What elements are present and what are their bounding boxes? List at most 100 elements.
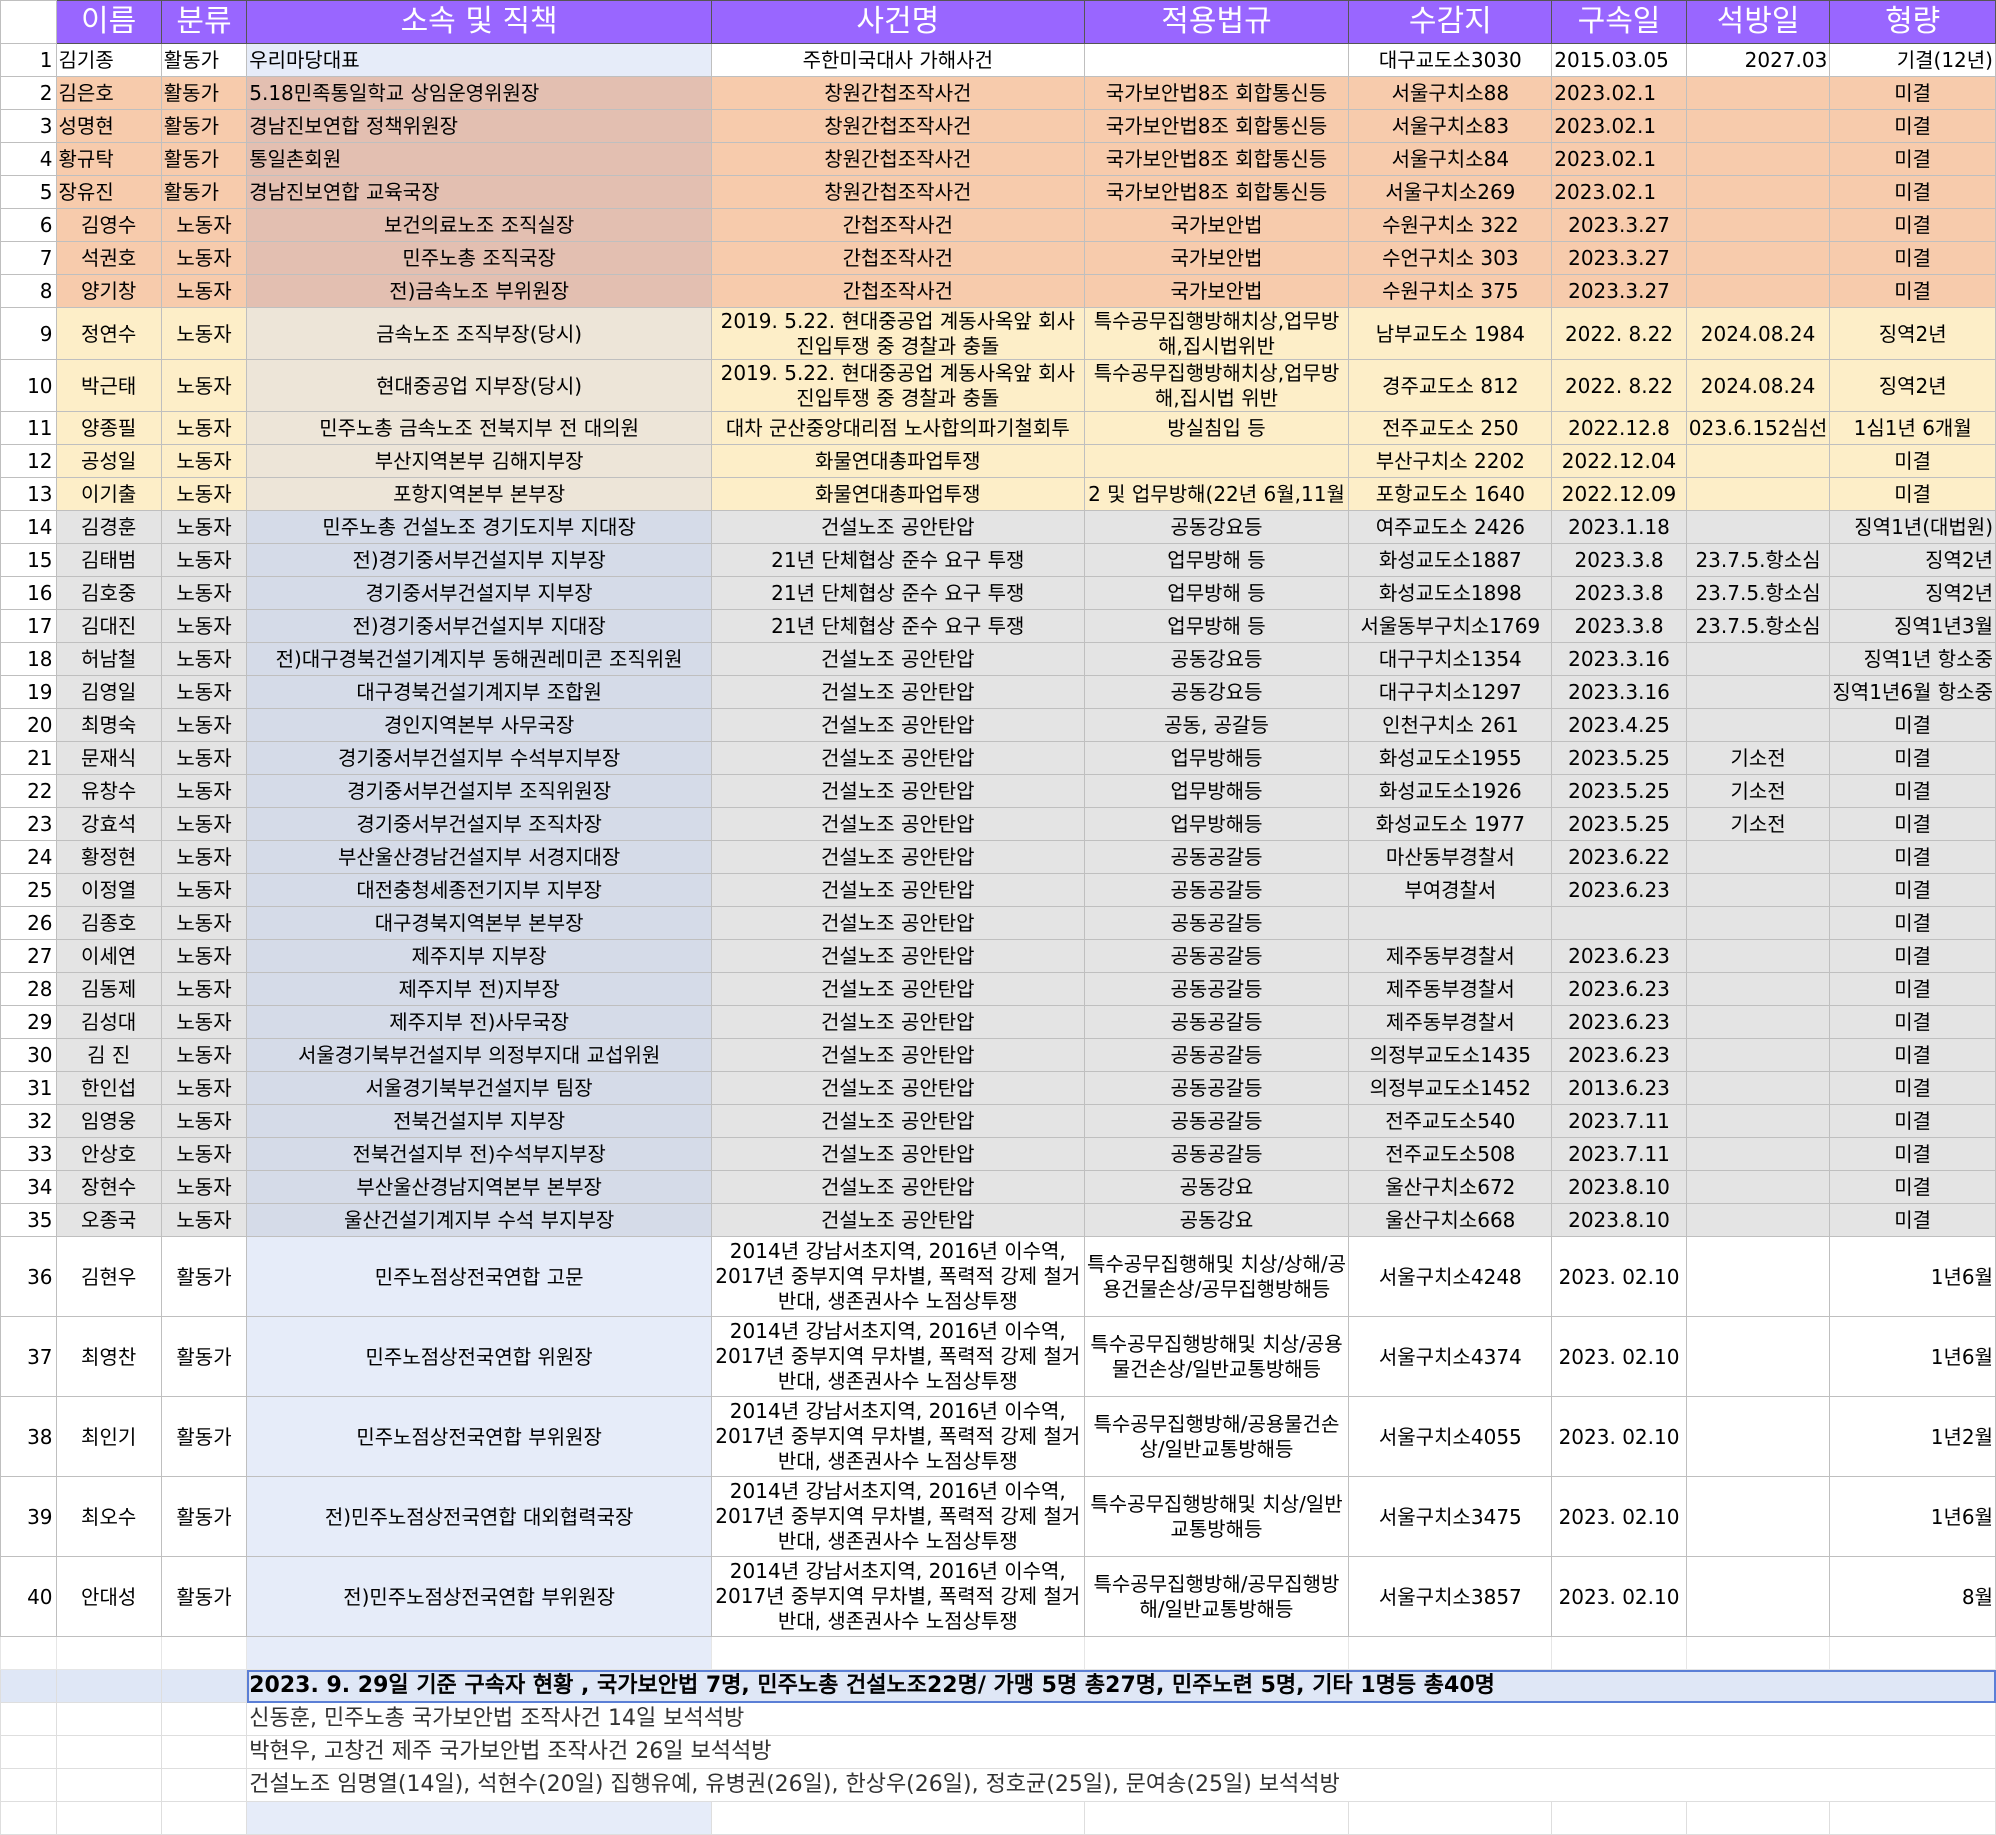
row-number[interactable]: 33 — [0, 1137, 57, 1171]
category-cell[interactable]: 노동자 — [160, 774, 248, 808]
name-cell[interactable]: 임영웅 — [55, 1104, 162, 1138]
category-cell[interactable]: 활동가 — [160, 1236, 248, 1317]
prison-cell[interactable]: 의정부교도소1452 — [1348, 1071, 1553, 1105]
row-number[interactable]: 16 — [0, 576, 57, 610]
sentence-cell[interactable]: 미결 — [1829, 241, 1996, 275]
release-date-cell[interactable] — [1685, 241, 1831, 275]
prison-cell[interactable]: 수원구치소 322 — [1348, 208, 1553, 242]
arrest-date-cell[interactable]: 2023. 02.10 — [1551, 1556, 1687, 1637]
name-cell[interactable]: 최오수 — [55, 1476, 162, 1557]
release-date-cell[interactable]: 2024.08.24 — [1685, 359, 1831, 412]
name-cell[interactable]: 김경훈 — [55, 510, 162, 544]
category-cell[interactable]: 활동가 — [160, 76, 248, 110]
prison-cell[interactable] — [1348, 906, 1553, 940]
law-cell[interactable]: 국가보안법8조 회합통신등 — [1083, 76, 1350, 110]
prison-cell[interactable]: 인천구치소 261 — [1348, 708, 1553, 742]
category-cell[interactable]: 노동자 — [160, 510, 248, 544]
sentence-cell[interactable]: 미결 — [1829, 906, 1996, 940]
case-cell[interactable]: 간첩조작사건 — [711, 241, 1085, 275]
law-cell[interactable] — [1083, 444, 1350, 478]
header-sentence[interactable]: 형량 — [1829, 0, 1996, 44]
category-cell[interactable]: 노동자 — [160, 411, 248, 445]
release-date-cell[interactable] — [1685, 873, 1831, 907]
row-number[interactable]: 32 — [0, 1104, 57, 1138]
name-cell[interactable]: 오종국 — [55, 1203, 162, 1237]
law-cell[interactable]: 공동공갈등 — [1083, 972, 1350, 1006]
empty-cell[interactable] — [1348, 1636, 1553, 1670]
name-cell[interactable]: 정연수 — [55, 307, 162, 360]
release-date-cell[interactable] — [1685, 175, 1831, 209]
row-number[interactable]: 14 — [0, 510, 57, 544]
law-cell[interactable]: 업무방해등 — [1083, 807, 1350, 841]
category-cell[interactable]: 노동자 — [160, 840, 248, 874]
prison-cell[interactable]: 대구교도소3030 — [1348, 43, 1553, 77]
law-cell[interactable]: 공동, 공갈등 — [1083, 708, 1350, 742]
law-cell[interactable]: 공동공갈등 — [1083, 1071, 1350, 1105]
name-cell[interactable]: 이세연 — [55, 939, 162, 973]
law-cell[interactable]: 특수공무집행방해/공용물건손상/일반교통방해등 — [1083, 1396, 1350, 1477]
prison-cell[interactable]: 전주교도소508 — [1348, 1137, 1553, 1171]
category-cell[interactable]: 노동자 — [160, 1104, 248, 1138]
case-cell[interactable]: 창원간첩조작사건 — [711, 142, 1085, 176]
category-cell[interactable]: 노동자 — [160, 1005, 248, 1039]
sentence-cell[interactable]: 징역1년6월 항소중 — [1829, 675, 1996, 709]
empty-cell[interactable] — [55, 1669, 162, 1703]
case-cell[interactable]: 건설노조 공안탄압 — [711, 510, 1085, 544]
category-cell[interactable]: 노동자 — [160, 477, 248, 511]
sentence-cell[interactable]: 징역2년 — [1829, 307, 1996, 360]
row-number[interactable]: 28 — [0, 972, 57, 1006]
affiliation-cell[interactable]: 금속노조 조직부장(당시) — [246, 307, 713, 360]
empty-cell[interactable] — [0, 1702, 57, 1736]
release-date-cell[interactable] — [1685, 840, 1831, 874]
sentence-cell[interactable]: 미결 — [1829, 142, 1996, 176]
name-cell[interactable]: 김영수 — [55, 208, 162, 242]
prison-cell[interactable]: 대구구치소1297 — [1348, 675, 1553, 709]
affiliation-cell[interactable]: 전)경기중서부건설지부 지대장 — [246, 609, 713, 643]
affiliation-cell[interactable]: 전)금속노조 부위원장 — [246, 274, 713, 308]
category-cell[interactable]: 활동가 — [160, 43, 248, 77]
affiliation-cell[interactable]: 전)경기중서부건설지부 지부장 — [246, 543, 713, 577]
name-cell[interactable]: 김대진 — [55, 609, 162, 643]
law-cell[interactable]: 공동강요등 — [1083, 642, 1350, 676]
prison-cell[interactable]: 서울구치소83 — [1348, 109, 1553, 143]
affiliation-cell[interactable]: 민주노총 건설노조 경기도지부 지대장 — [246, 510, 713, 544]
category-cell[interactable]: 노동자 — [160, 359, 248, 412]
empty-cell[interactable] — [1829, 1801, 1996, 1835]
row-number[interactable]: 13 — [0, 477, 57, 511]
header-law[interactable]: 적용법규 — [1083, 0, 1350, 44]
law-cell[interactable]: 특수공무집행방해및 치상/일반교통방해등 — [1083, 1476, 1350, 1557]
release-date-cell[interactable]: 23.7.5.항소심 — [1685, 609, 1831, 643]
row-number[interactable]: 19 — [0, 675, 57, 709]
arrest-date-cell[interactable]: 2023.5.25 — [1551, 807, 1687, 841]
case-cell[interactable]: 21년 단체협상 준수 요구 투쟁 — [711, 576, 1085, 610]
sentence-cell[interactable]: 징역1년3월 — [1829, 609, 1996, 643]
law-cell[interactable]: 업무방해 등 — [1083, 609, 1350, 643]
header-category[interactable]: 분류 — [160, 0, 248, 44]
arrest-date-cell[interactable]: 2023.6.22 — [1551, 840, 1687, 874]
empty-cell[interactable] — [160, 1801, 248, 1835]
affiliation-cell[interactable]: 민주노점상전국연합 위원장 — [246, 1316, 713, 1397]
prison-cell[interactable]: 의정부교도소1435 — [1348, 1038, 1553, 1072]
sentence-cell[interactable]: 미결 — [1829, 274, 1996, 308]
category-cell[interactable]: 노동자 — [160, 642, 248, 676]
law-cell[interactable]: 국가보안법 — [1083, 241, 1350, 275]
release-date-cell[interactable] — [1685, 972, 1831, 1006]
release-date-cell[interactable] — [1685, 109, 1831, 143]
law-cell[interactable]: 업무방해 등 — [1083, 576, 1350, 610]
note-cell[interactable]: 건설노조 임명열(14일), 석현수(20일) 집행유예, 유병권(26일), … — [246, 1768, 1996, 1802]
category-cell[interactable]: 노동자 — [160, 1203, 248, 1237]
prison-cell[interactable]: 화성교도소1887 — [1348, 543, 1553, 577]
empty-cell[interactable] — [1083, 1636, 1350, 1670]
name-cell[interactable]: 김기종 — [55, 43, 162, 77]
arrest-date-cell[interactable]: 2023. 02.10 — [1551, 1316, 1687, 1397]
name-cell[interactable]: 안상호 — [55, 1137, 162, 1171]
prison-cell[interactable]: 포항교도소 1640 — [1348, 477, 1553, 511]
name-cell[interactable]: 양종필 — [55, 411, 162, 445]
arrest-date-cell[interactable]: 2023.4.25 — [1551, 708, 1687, 742]
arrest-date-cell[interactable]: 2015.03.05 — [1551, 43, 1687, 77]
arrest-date-cell[interactable]: 2023.3.16 — [1551, 675, 1687, 709]
arrest-date-cell[interactable]: 2023.02.1 — [1551, 76, 1687, 110]
affiliation-cell[interactable]: 경남진보연합 교육국장 — [246, 175, 713, 209]
row-number[interactable]: 11 — [0, 411, 57, 445]
arrest-date-cell[interactable]: 2023.8.10 — [1551, 1203, 1687, 1237]
